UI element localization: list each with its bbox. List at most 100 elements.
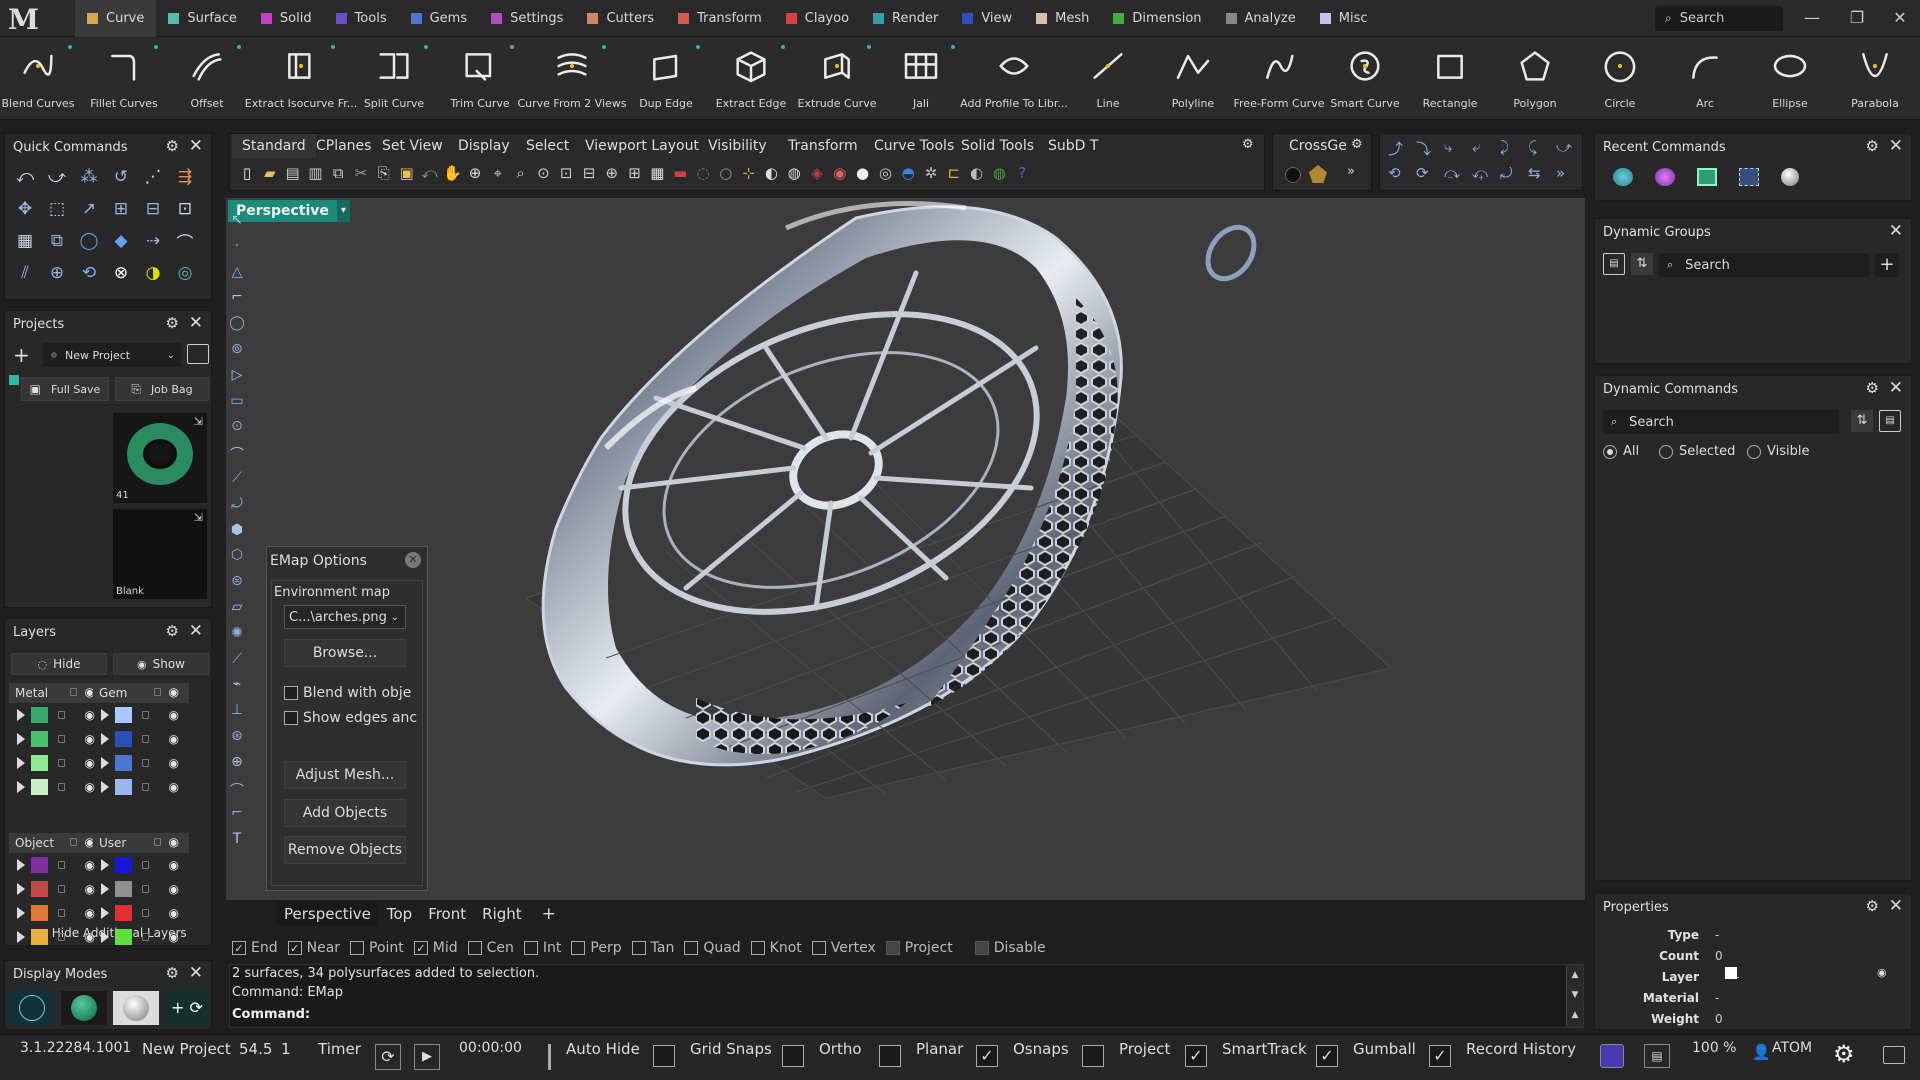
transform-tool-icon[interactable]: » bbox=[1556, 164, 1565, 182]
quick-command-icon[interactable]: ◯ bbox=[75, 228, 103, 254]
viewport-tool-icon[interactable]: ⌒ bbox=[227, 444, 247, 464]
smarttrack-checkbox[interactable]: ✓ bbox=[1185, 1045, 1207, 1067]
layer-row[interactable]: ◉ bbox=[93, 877, 189, 901]
expand-icon[interactable] bbox=[101, 709, 109, 721]
layer-row[interactable]: ◉ bbox=[9, 703, 105, 727]
viewport-tool-icon[interactable]: ⤾ bbox=[227, 496, 247, 516]
layer-color-swatch[interactable] bbox=[115, 929, 132, 945]
lock-icon[interactable] bbox=[142, 711, 149, 719]
close-icon[interactable]: ✕ bbox=[1889, 136, 1903, 156]
restore-icon[interactable]: ❐ bbox=[1842, 5, 1872, 31]
menu-cutters[interactable]: Cutters bbox=[575, 0, 666, 37]
toolbar-icon[interactable]: ⊡ bbox=[557, 164, 575, 182]
osnap-point[interactable]: Point bbox=[350, 938, 404, 958]
expand-icon[interactable] bbox=[101, 781, 109, 793]
toolbar-icon[interactable]: ✂ bbox=[352, 164, 370, 182]
ribbon-tool-offset[interactable]: Offset bbox=[157, 37, 257, 120]
toolbar-icon[interactable]: ○ bbox=[717, 164, 735, 182]
osnap-tan[interactable]: Tan bbox=[631, 938, 674, 958]
quick-command-icon[interactable]: ↗ bbox=[75, 196, 103, 222]
planar-checkbox[interactable] bbox=[879, 1045, 901, 1067]
viewport-tool-icon[interactable]: ⊙ bbox=[227, 418, 247, 438]
eye-icon[interactable]: ◉ bbox=[169, 906, 179, 920]
layer-row[interactable]: ◉ bbox=[93, 703, 189, 727]
layer-color-swatch[interactable] bbox=[115, 779, 132, 795]
show-edges-checkbox[interactable]: Show edges anc bbox=[284, 710, 420, 726]
menu-surface[interactable]: Surface bbox=[156, 0, 249, 37]
transform-tool-icon[interactable]: ⤴ bbox=[1388, 138, 1403, 159]
toolbar-icon[interactable]: ⌖ bbox=[489, 164, 507, 182]
menu-transform[interactable]: Transform bbox=[666, 0, 774, 37]
lock-icon[interactable] bbox=[58, 735, 65, 743]
wireframe-mode-icon[interactable] bbox=[9, 991, 55, 1025]
viewport-tab-front[interactable]: Front bbox=[420, 902, 474, 926]
layer-color-swatch[interactable] bbox=[31, 881, 48, 897]
full-save-button[interactable]: ▣ Full Save bbox=[21, 377, 109, 401]
lock-icon[interactable] bbox=[70, 838, 77, 846]
expand-icon[interactable] bbox=[17, 883, 25, 895]
layer-row[interactable]: ◉ bbox=[93, 853, 189, 877]
expand-icon[interactable] bbox=[17, 931, 25, 943]
quick-command-icon[interactable]: ⋰ bbox=[139, 164, 167, 190]
transform-tool-icon[interactable]: ⤽ bbox=[1472, 164, 1488, 182]
transform-tool-icon[interactable]: ⤾ bbox=[1500, 164, 1513, 182]
layer-color-swatch[interactable] bbox=[115, 755, 132, 771]
toolbar-icon[interactable]: ◐ bbox=[762, 164, 780, 182]
browse-button[interactable]: Browse... bbox=[284, 639, 406, 667]
toolbar-icon[interactable]: ◌ bbox=[694, 164, 712, 182]
file-dropdown[interactable]: C...\arches.png ⌄ bbox=[284, 605, 406, 629]
lock-icon[interactable] bbox=[58, 759, 65, 767]
layer-color-swatch[interactable] bbox=[31, 779, 48, 795]
viewport-tool-icon[interactable]: ⬢ bbox=[227, 522, 247, 542]
viewport-tool-icon[interactable]: ⌐ bbox=[227, 805, 247, 825]
layer-color-swatch[interactable] bbox=[1725, 967, 1737, 979]
quick-command-icon[interactable]: ↺ bbox=[107, 164, 135, 190]
ribbon-tool-jali[interactable]: Jali bbox=[871, 37, 971, 120]
lock-icon[interactable] bbox=[142, 861, 149, 869]
layer-row[interactable]: ◉ bbox=[93, 775, 189, 799]
layer-group-header[interactable]: User ◉ bbox=[93, 833, 189, 853]
toolbar-tab-visibility[interactable]: Visibility bbox=[698, 134, 777, 158]
toolbar-icon[interactable]: ⎘ bbox=[375, 164, 393, 182]
lock-icon[interactable] bbox=[154, 838, 161, 846]
layer-color-swatch[interactable] bbox=[115, 707, 132, 723]
export-icon[interactable]: ⇲ bbox=[194, 511, 203, 524]
layer-color-swatch[interactable] bbox=[115, 857, 132, 873]
gear-icon[interactable]: ⚙ bbox=[1866, 137, 1879, 155]
blend-checkbox[interactable]: Blend with obje bbox=[284, 685, 420, 701]
gear-icon[interactable]: ⚙ bbox=[1351, 137, 1363, 152]
quick-command-icon[interactable]: ⌒ bbox=[171, 228, 199, 254]
lock-icon[interactable] bbox=[58, 909, 65, 917]
close-icon[interactable]: ✕ bbox=[189, 963, 203, 983]
layer-row[interactable]: ◉ bbox=[9, 775, 105, 799]
solid-icon[interactable] bbox=[1655, 168, 1675, 186]
toolbar-icon[interactable]: ⊟ bbox=[580, 164, 598, 182]
console-icon[interactable]: ▤ bbox=[1644, 1044, 1670, 1068]
gear-icon[interactable]: ⚙ bbox=[166, 314, 179, 332]
add-project-icon[interactable]: + bbox=[13, 343, 30, 367]
lock-icon[interactable] bbox=[58, 861, 65, 869]
quick-command-icon[interactable]: ⇢ bbox=[139, 228, 167, 254]
adjust-mesh-button[interactable]: Adjust Mesh... bbox=[284, 761, 406, 789]
layer-row[interactable]: ◉ bbox=[9, 751, 105, 775]
toolbar-icon[interactable]: ◍ bbox=[990, 164, 1008, 182]
ribbon-tool-trim-curve[interactable]: Trim Curve bbox=[430, 37, 530, 120]
transform-tool-icon[interactable]: ⤶ bbox=[1472, 138, 1480, 156]
expand-icon[interactable] bbox=[101, 931, 109, 943]
record-history-checkbox[interactable]: ✓ bbox=[1429, 1045, 1451, 1067]
shaded-mode-icon[interactable] bbox=[61, 991, 107, 1025]
plugin-icon[interactable] bbox=[1600, 1044, 1624, 1068]
menu-mesh[interactable]: Mesh bbox=[1024, 0, 1101, 37]
toolbar-icon[interactable]: ⊏ bbox=[945, 164, 963, 182]
gear-icon[interactable]: ⚙ bbox=[1866, 897, 1879, 915]
toolbar-icon[interactable]: ◓ bbox=[899, 164, 917, 182]
viewport-tool-icon[interactable]: ▷ bbox=[227, 367, 247, 387]
add-group-icon[interactable]: + bbox=[1875, 253, 1899, 277]
expand-icon[interactable] bbox=[17, 757, 25, 769]
toolbar-icon[interactable]: ⊙ bbox=[534, 164, 552, 182]
quick-command-icon[interactable]: ⟲ bbox=[75, 260, 103, 286]
play-icon[interactable]: ▶ bbox=[414, 1044, 440, 1070]
viewport-tool-icon[interactable]: ⟋ bbox=[227, 470, 247, 490]
viewport-tool-icon[interactable]: ✺ bbox=[227, 625, 247, 645]
layer-row[interactable]: ◉ bbox=[9, 925, 105, 949]
